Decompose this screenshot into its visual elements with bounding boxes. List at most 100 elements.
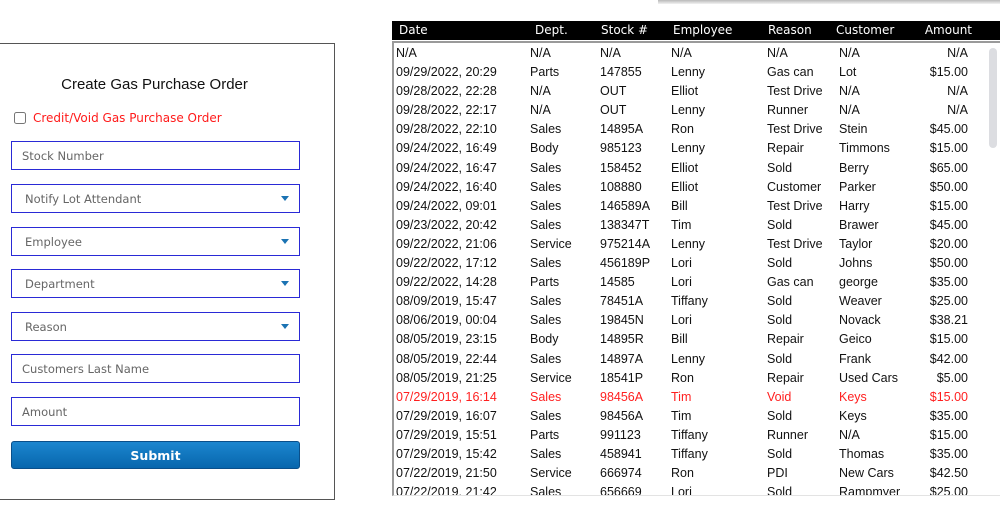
table-row[interactable]: N/A N/A N/A N/A N/A N/A N/A [394, 43, 1000, 62]
column-header-employee[interactable]: Employee [673, 23, 732, 37]
cell-amount: $15.00 [929, 389, 968, 404]
cell-date: 08/05/2019, 22:44 [396, 351, 497, 366]
table-row[interactable]: 09/24/2022, 16:40 Sales 108880 Elliot Custom… [394, 177, 1000, 196]
cell-amount: $15.00 [929, 141, 968, 156]
table-row[interactable]: 07/29/2019, 16:07 Sales 98456A Tim Sold Keys $… [394, 406, 1000, 425]
cell-date: 07/29/2019, 16:07 [396, 408, 497, 423]
cell-date: 09/24/2022, 16:49 [396, 141, 497, 156]
cell-reason: Sold [767, 313, 793, 328]
cell-stock: 147855 [600, 65, 642, 80]
table-row[interactable]: 09/22/2022, 21:06 Service 975214A Lenny Test… [394, 234, 1000, 253]
cell-date: 09/22/2022, 17:12 [396, 256, 497, 271]
column-header-reason[interactable]: Reason [768, 23, 812, 37]
customer-last-name-input[interactable] [22, 361, 299, 376]
notify-lot-attendant-select[interactable]: Notify Lot Attendant [11, 184, 300, 213]
cell-date: 09/22/2022, 14:28 [396, 275, 497, 290]
table-row[interactable]: 08/05/2019, 21:25 Service 18541P Ron Repair U… [394, 368, 1000, 387]
table-row[interactable]: 07/29/2019, 15:42 Sales 458941 Tiffany Sold T… [394, 444, 1000, 463]
purchase-order-list[interactable]: N/A N/A N/A N/A N/A N/A N/A 09/29/2022, 20:29 Pa… [392, 41, 1000, 496]
caret-down-icon [281, 239, 289, 244]
form-title: Create Gas Purchase Order [61, 76, 248, 93]
stock-number-field[interactable] [11, 141, 300, 170]
cell-stock: OUT [600, 84, 627, 99]
customer-last-name-field[interactable] [11, 354, 300, 383]
cell-stock: 18541P [600, 370, 644, 385]
table-row[interactable]: 09/22/2022, 17:12 Sales 456189P Lori Sold Joh… [394, 253, 1000, 272]
table-row-void[interactable]: 07/29/2019, 16:14 Sales 98456A Tim Void Keys $… [394, 387, 1000, 406]
table-row[interactable]: 09/24/2022, 09:01 Sales 146589A Bill Test Dr… [394, 196, 1000, 215]
cell-customer: Taylor [839, 236, 873, 251]
table-row[interactable]: 08/05/2019, 23:15 Body 14895R Bill Repair Gei… [394, 329, 1000, 348]
credit-void-toggle[interactable]: Credit/Void Gas Purchase Order [14, 111, 222, 125]
cell-dept: Service [530, 370, 572, 385]
cell-reason: Sold [767, 256, 793, 271]
department-value: Department [25, 276, 95, 291]
cell-customer: Rampmyer [839, 485, 901, 496]
cell-stock: 19845N [600, 313, 644, 328]
cell-reason: Gas can [767, 65, 814, 80]
table-row[interactable]: 09/29/2022, 20:29 Parts 147855 Lenny Gas can… [394, 62, 1000, 81]
cell-reason: Test Drive [767, 84, 823, 99]
caret-down-icon [281, 196, 289, 201]
submit-button[interactable]: Submit [11, 441, 300, 469]
cell-employee: Tiffany [671, 294, 708, 309]
caret-down-icon [281, 281, 289, 286]
cell-amount: $45.00 [929, 217, 968, 232]
cell-customer: N/A [839, 84, 860, 99]
cell-amount: $15.00 [929, 427, 968, 442]
caret-down-icon [281, 324, 289, 329]
table-row[interactable]: 09/23/2022, 20:42 Sales 138347T Tim Sold Braw… [394, 215, 1000, 234]
cell-date: 07/29/2019, 16:14 [396, 389, 497, 404]
cell-dept: Body [530, 332, 559, 347]
stock-number-input[interactable] [22, 148, 299, 163]
reason-select[interactable]: Reason [11, 312, 300, 341]
cell-customer: Timmons [839, 141, 890, 156]
cell-dept: Sales [530, 446, 562, 461]
table-row[interactable]: 09/28/2022, 22:10 Sales 14895A Ron Test Driv… [394, 119, 1000, 138]
cell-reason: Repair [767, 141, 804, 156]
column-header-amount[interactable]: Amount [925, 23, 972, 37]
cell-amount: $20.00 [929, 236, 968, 251]
cell-reason: Sold [767, 485, 793, 496]
amount-field[interactable] [11, 397, 300, 426]
cell-employee: Lori [671, 485, 692, 496]
table-row[interactable]: 09/28/2022, 22:28 N/A OUT Elliot Test Drive N… [394, 81, 1000, 100]
scrollbar-thumb[interactable] [989, 48, 997, 148]
cell-employee: Elliot [671, 179, 699, 194]
cell-date: 08/06/2019, 00:04 [396, 313, 497, 328]
column-header-dept[interactable]: Dept. [535, 23, 568, 37]
column-header-stock[interactable]: Stock # [601, 23, 648, 37]
table-row[interactable]: 09/24/2022, 16:49 Body 985123 Lenny Repair Ti… [394, 138, 1000, 157]
column-header-customer[interactable]: Customer [836, 23, 894, 37]
employee-select[interactable]: Employee [11, 227, 300, 256]
cell-employee: Tiffany [671, 446, 708, 461]
cell-date: 09/24/2022, 16:47 [396, 160, 497, 175]
cell-stock: 14895R [600, 332, 644, 347]
cell-dept: N/A [530, 103, 551, 118]
column-header-date[interactable]: Date [399, 23, 428, 37]
cell-stock: 146589A [600, 198, 651, 213]
table-row[interactable]: 07/22/2019, 21:50 Service 666974 Ron PDI New … [394, 463, 1000, 482]
department-select[interactable]: Department [11, 269, 300, 298]
cell-date: 09/28/2022, 22:17 [396, 103, 497, 118]
table-row[interactable]: 09/24/2022, 16:47 Sales 158452 Elliot Sold Be… [394, 158, 1000, 177]
cell-reason: Repair [767, 332, 804, 347]
table-row[interactable]: 09/28/2022, 22:17 N/A OUT Lenny Runner N/A N/A [394, 100, 1000, 119]
cell-customer: Weaver [839, 294, 882, 309]
credit-void-checkbox[interactable] [14, 112, 26, 124]
amount-input[interactable] [22, 404, 299, 419]
cell-amount: $15.00 [929, 332, 968, 347]
cell-amount: $35.00 [929, 275, 968, 290]
table-row[interactable]: 07/22/2019, 21:42 Sales 656669 Lori Sold Ramp… [394, 482, 1000, 496]
table-row[interactable]: 09/22/2022, 14:28 Parts 14585 Lori Gas can ge… [394, 272, 1000, 291]
table-row[interactable]: 08/05/2019, 22:44 Sales 14897A Lenny Sold Fra… [394, 349, 1000, 368]
table-row[interactable]: 07/29/2019, 15:51 Parts 991123 Tiffany Runne… [394, 425, 1000, 444]
table-row[interactable]: 08/06/2019, 00:04 Sales 19845N Lori Sold Nova… [394, 310, 1000, 329]
cell-reason: Void [767, 389, 792, 404]
table-row[interactable]: 08/09/2019, 15:47 Sales 78451A Tiffany Sold W… [394, 291, 1000, 310]
cell-employee: Bill [671, 332, 688, 347]
cell-amount: $50.00 [929, 256, 968, 271]
cell-stock: 98456A [600, 389, 644, 404]
cell-customer: Keys [839, 408, 867, 423]
cell-dept: Sales [530, 160, 562, 175]
